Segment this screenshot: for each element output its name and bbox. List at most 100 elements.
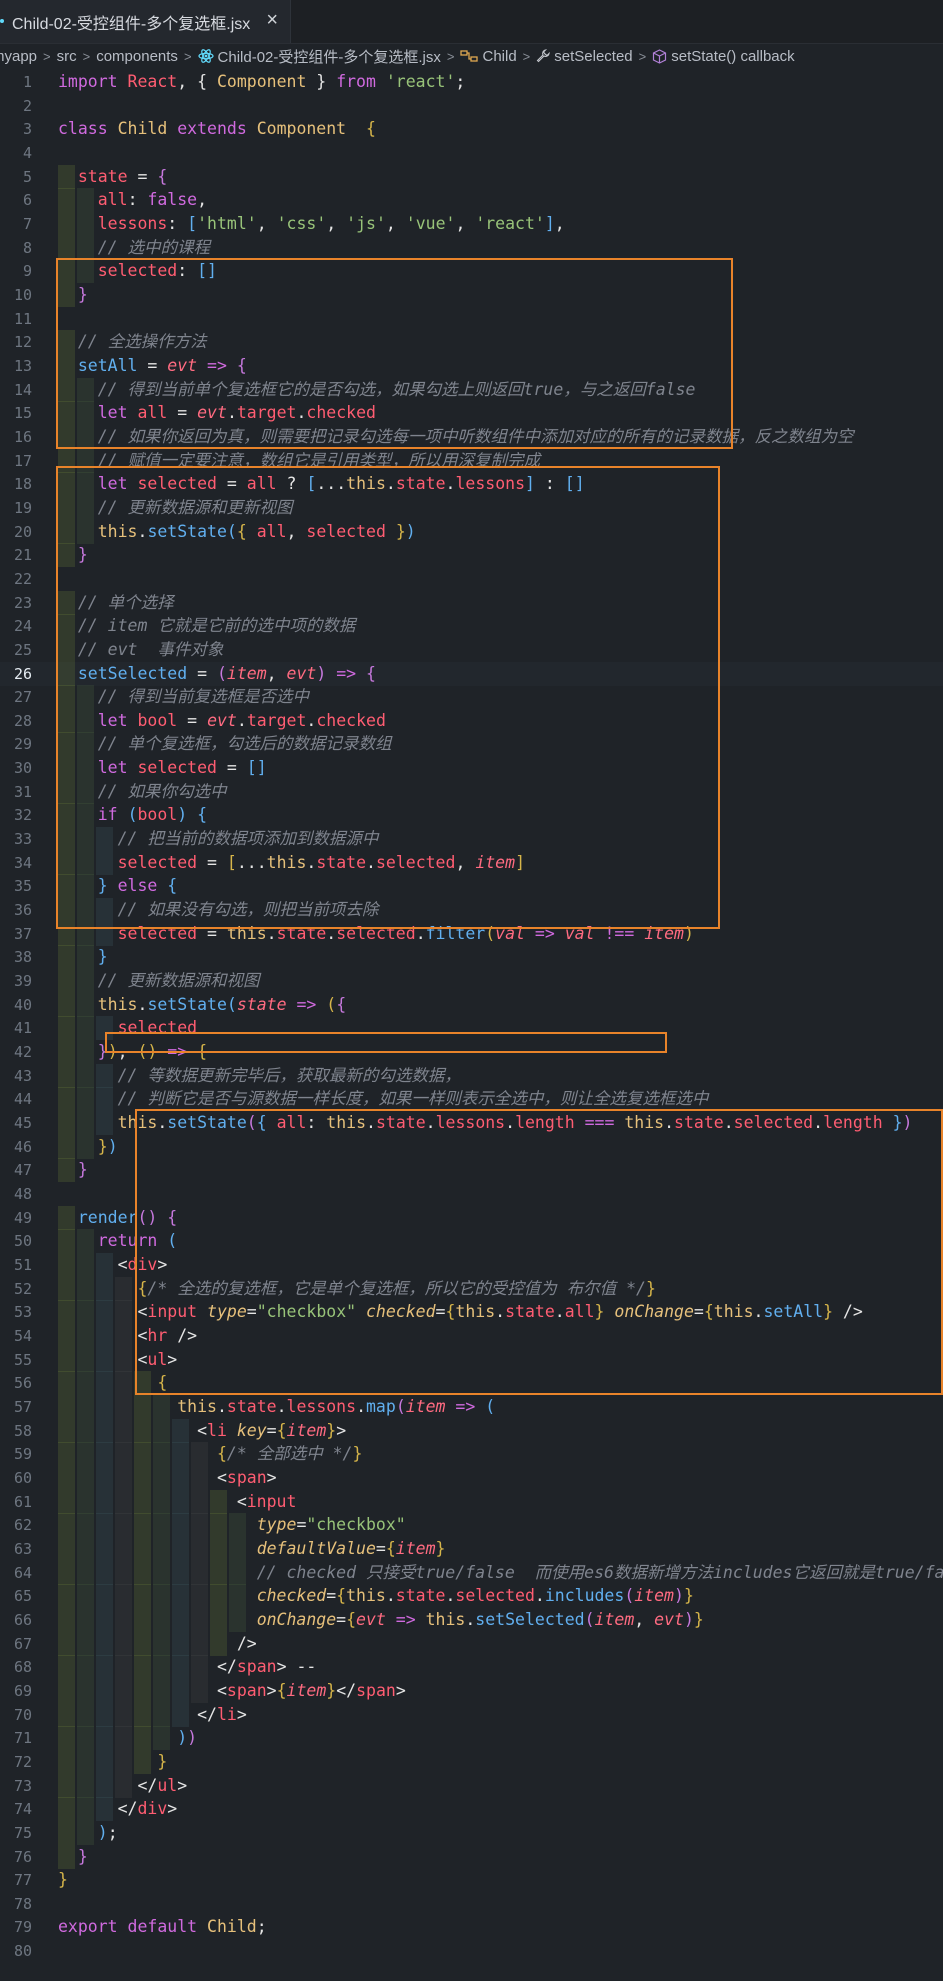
- code-line[interactable]: 60 <span>: [0, 1465, 943, 1490]
- code-line[interactable]: 15 let all = evt.target.checked: [0, 401, 943, 426]
- code-line[interactable]: 75 );: [0, 1820, 943, 1845]
- code-line[interactable]: 35 } else {: [0, 874, 943, 899]
- code-editor[interactable]: 1 import React, { Component } from 'react…: [0, 70, 943, 1981]
- code-line[interactable]: 27 // 得到当前复选框是否选中: [0, 685, 943, 710]
- code-line[interactable]: 74 </div>: [0, 1797, 943, 1822]
- code-line[interactable]: 44 // 判断它是否与源数据一样长度，如果一样则表示全选中，则让全选复选框选中: [0, 1087, 943, 1112]
- code-line[interactable]: 73 </ul>: [0, 1773, 943, 1798]
- code-line[interactable]: 61 <input: [0, 1489, 943, 1514]
- code-line[interactable]: 41 selected: [0, 1016, 943, 1041]
- code-line[interactable]: 7 lessons: ['html', 'css', 'js', 'vue', …: [0, 211, 943, 236]
- code-text: selected = this.state.selected.filter(va…: [58, 922, 694, 946]
- code-line[interactable]: 1 import React, { Component } from 'react…: [0, 70, 943, 94]
- code-text: // 更新数据源和更新视图: [58, 496, 293, 520]
- breadcrumb-item-file[interactable]: Child-02-受控组件-多个复选框.jsx: [197, 46, 441, 67]
- code-line[interactable]: 67 />: [0, 1631, 943, 1656]
- code-line[interactable]: 5 state = {: [0, 164, 943, 189]
- code-line[interactable]: 11: [0, 307, 943, 331]
- code-line[interactable]: 4: [0, 141, 943, 165]
- breadcrumb-item-setstate-callback[interactable]: setState() callback: [652, 48, 795, 65]
- code-line[interactable]: 32 if (bool) {: [0, 803, 943, 828]
- breadcrumb-item-setselected[interactable]: setSelected: [536, 48, 633, 65]
- line-number: 24: [13, 617, 32, 636]
- code-line[interactable]: 63 defaultValue={item}: [0, 1536, 943, 1561]
- code-line[interactable]: 65 checked={this.state.selected.includes…: [0, 1584, 943, 1609]
- code-line[interactable]: 43 // 等数据更新完毕后，获取最新的勾选数据，: [0, 1063, 943, 1088]
- code-line[interactable]: 77}: [0, 1868, 943, 1892]
- code-line[interactable]: 14 // 得到当前单个复选框它的是否勾选，如果勾选上则返回true，与之返回f…: [0, 377, 943, 402]
- code-line[interactable]: 23 // 单个选择: [0, 590, 943, 615]
- code-line[interactable]: 50 return (: [0, 1229, 943, 1254]
- code-line[interactable]: 12 // 全选操作方法: [0, 330, 943, 355]
- code-line[interactable]: 48: [0, 1182, 943, 1206]
- breadcrumb-item-myapp[interactable]: myapp: [0, 48, 37, 65]
- code-line[interactable]: 29 // 单个复选框，勾选后的数据记录数组: [0, 732, 943, 757]
- breadcrumb-item-child[interactable]: Child: [460, 48, 517, 65]
- code-line[interactable]: 26 setSelected = (item, evt) => {: [0, 661, 943, 686]
- code-line[interactable]: 39 // 更新数据源和视图: [0, 969, 943, 994]
- code-line[interactable]: 72 }: [0, 1749, 943, 1774]
- code-line[interactable]: 68 </span> --: [0, 1655, 943, 1680]
- code-line[interactable]: 79 export default Child;: [0, 1915, 943, 1939]
- code-line[interactable]: 30 let selected = []: [0, 756, 943, 781]
- code-line[interactable]: 51 <div>: [0, 1253, 943, 1277]
- code-line[interactable]: 36 // 如果没有勾选，则把当前项去除: [0, 898, 943, 923]
- code-line[interactable]: 20 this.setState({ all, selected }): [0, 519, 943, 544]
- code-line[interactable]: 55 <ul>: [0, 1347, 943, 1372]
- code-line[interactable]: 46 }): [0, 1134, 943, 1159]
- code-line[interactable]: 31 // 如果你勾选中: [0, 779, 943, 804]
- code-line[interactable]: 16 // 如果你返回为真，则需要把记录勾选每一项中听数组件中添加对应的所有的记…: [0, 424, 943, 449]
- code-line[interactable]: 64 // checked 只接受true/false 而使用es6数据新增方法…: [0, 1560, 943, 1585]
- code-line[interactable]: 19 // 更新数据源和更新视图: [0, 495, 943, 520]
- code-line[interactable]: 21 }: [0, 543, 943, 568]
- code-line[interactable]: 52 {/* 全选的复选框，它是单个复选框，所以它的受控值为 布尔值 */}: [0, 1276, 943, 1301]
- code-line[interactable]: 69 <span>{item}</span>: [0, 1678, 943, 1703]
- breadcrumb-item-src[interactable]: src: [57, 48, 77, 65]
- code-token: .: [445, 474, 456, 494]
- code-line[interactable]: 22: [0, 567, 943, 591]
- code-line[interactable]: 54 <hr />: [0, 1323, 943, 1348]
- code-line[interactable]: 25 // evt 事件对象: [0, 637, 943, 662]
- code-line[interactable]: 8 // 选中的课程: [0, 235, 943, 260]
- code-line[interactable]: 58 <li key={item}>: [0, 1418, 943, 1443]
- code-line[interactable]: 33 // 把当前的数据项添加到数据源中: [0, 827, 943, 852]
- code-line[interactable]: 56 {: [0, 1371, 943, 1396]
- code-line[interactable]: 49 render() {: [0, 1205, 943, 1230]
- code-line[interactable]: 37 selected = this.state.selected.filter…: [0, 921, 943, 946]
- code-token: ]: [515, 852, 525, 872]
- code-line[interactable]: 40 this.setState(state => ({: [0, 992, 943, 1017]
- code-line[interactable]: 62 type="checkbox": [0, 1513, 943, 1538]
- code-line[interactable]: 59 {/* 全部选中 */}: [0, 1442, 943, 1467]
- code-line[interactable]: 13 setAll = evt => {: [0, 353, 943, 378]
- code-line[interactable]: 10 }: [0, 282, 943, 307]
- code-line[interactable]: 28 let bool = evt.target.checked: [0, 708, 943, 733]
- code-line[interactable]: 6 all: false,: [0, 188, 943, 213]
- code-line[interactable]: 53 <input type="checkbox" checked={this.…: [0, 1300, 943, 1325]
- code-line[interactable]: 57 this.state.lessons.map(item => (: [0, 1394, 943, 1419]
- code-line[interactable]: 18 let selected = all ? [...this.state.l…: [0, 472, 943, 497]
- code-token: this: [346, 1586, 386, 1606]
- code-line[interactable]: 38 }: [0, 945, 943, 970]
- code-line[interactable]: 76 }: [0, 1844, 943, 1869]
- code-token: evt: [356, 1609, 386, 1629]
- code-line[interactable]: 2: [0, 94, 943, 118]
- code-line[interactable]: 70 </li>: [0, 1702, 943, 1727]
- code-line[interactable]: 78: [0, 1892, 943, 1916]
- code-line[interactable]: 47 }: [0, 1158, 943, 1183]
- code-line[interactable]: 24 // item 它就是它前的选中项的数据: [0, 614, 943, 639]
- code-line[interactable]: 34 selected = [...this.state.selected, i…: [0, 850, 943, 875]
- code-line[interactable]: 71 )): [0, 1726, 943, 1751]
- code-line[interactable]: 17 // 赋值一定要注意，数组它是引用类型，所以用深复制完成: [0, 448, 943, 473]
- code-line[interactable]: 80: [0, 1939, 943, 1963]
- tab-child-02[interactable]: Child-02-受控组件-多个复选框.jsx ×: [0, 0, 291, 43]
- code-line[interactable]: 9 selected: []: [0, 259, 943, 284]
- code-line[interactable]: 45 this.setState({ all: this.state.lesso…: [0, 1111, 943, 1136]
- breadcrumb-item-components[interactable]: components: [96, 48, 178, 65]
- code-line[interactable]: 66 onChange={evt => this.setSelected(ite…: [0, 1607, 943, 1632]
- close-icon[interactable]: ×: [266, 9, 278, 32]
- code-token: />: [177, 1325, 198, 1345]
- code-line[interactable]: 3 class Child extends Component {: [0, 117, 943, 141]
- code-line[interactable]: 42 }), () => {: [0, 1040, 943, 1065]
